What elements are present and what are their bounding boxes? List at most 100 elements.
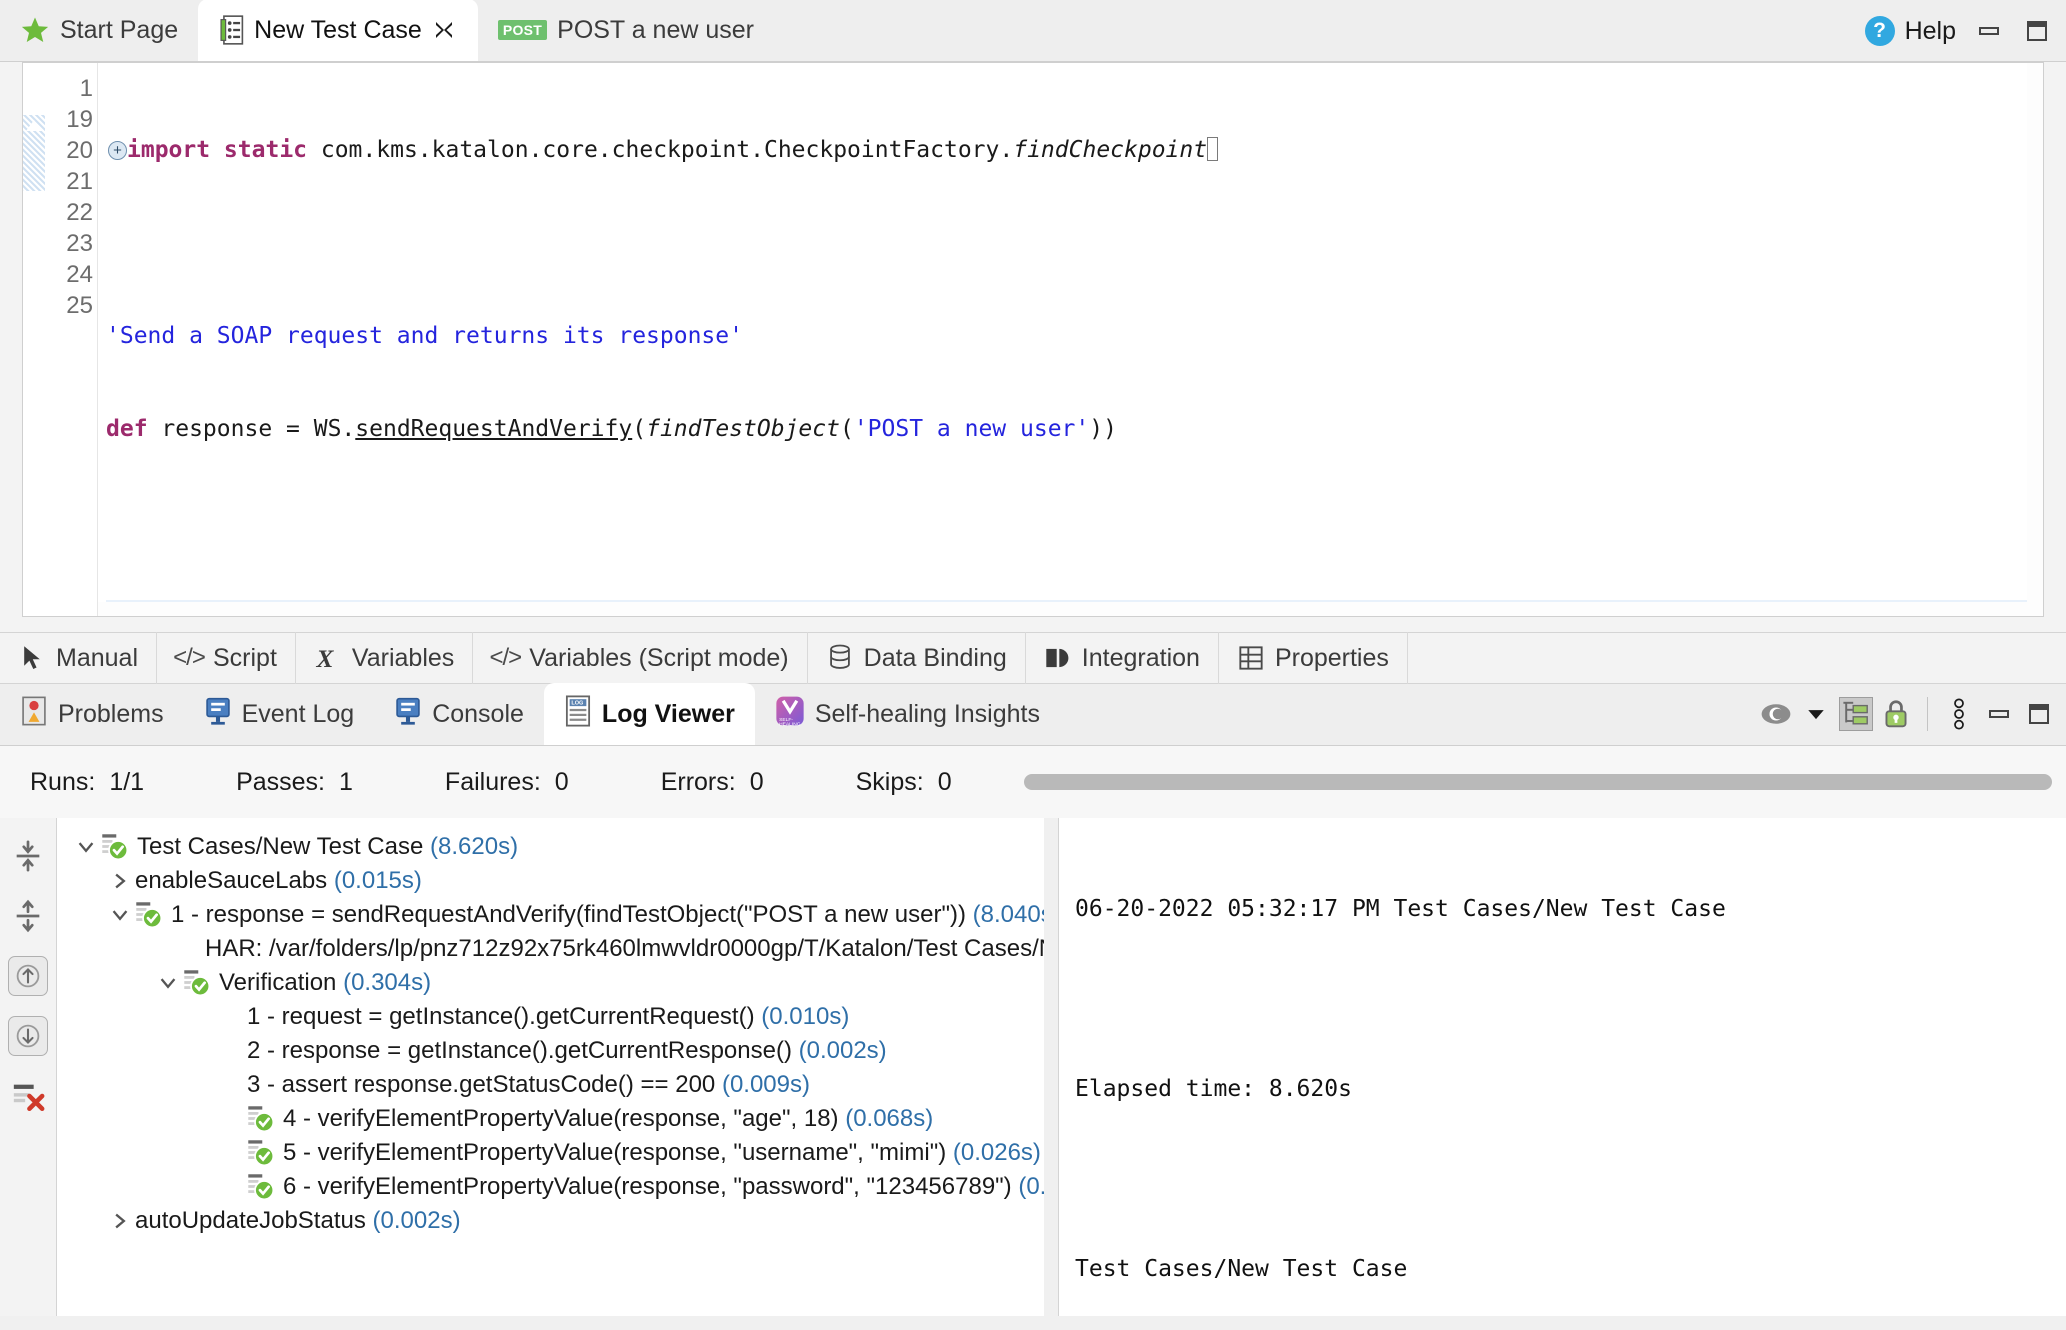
integration-icon xyxy=(1044,644,1072,672)
katalon-studio-window: Start Page New Test Case POST xyxy=(0,0,2066,1330)
overflow-menu-icon[interactable] xyxy=(1942,697,1976,731)
chevron-down-icon[interactable] xyxy=(1799,697,1833,731)
close-icon[interactable] xyxy=(432,18,456,42)
table-row[interactable]: 2 - response = getInstance().getCurrentR… xyxy=(57,1034,1058,1068)
database-icon xyxy=(826,644,854,672)
chevron-right-icon[interactable] xyxy=(105,872,135,890)
fold-collapse-icon[interactable] xyxy=(26,120,42,131)
table-row[interactable]: 6 - verifyElementPropertyValue(response,… xyxy=(57,1170,1058,1204)
tab-problems[interactable]: Problems xyxy=(0,683,184,745)
help-label: Help xyxy=(1905,17,1956,46)
fold-expand-icon[interactable]: + xyxy=(108,141,127,160)
stat-label: Skips: xyxy=(856,768,924,797)
table-row[interactable]: 3 - assert response.getStatusCode() == 2… xyxy=(57,1068,1058,1102)
clear-log-icon[interactable] xyxy=(8,1076,48,1116)
log-detail-pane[interactable]: 06-20-2022 05:32:17 PM Test Cases/New Te… xyxy=(1058,818,2066,1330)
editor-tab-new-test-case[interactable]: New Test Case xyxy=(198,0,478,61)
chevron-right-icon[interactable] xyxy=(105,1212,135,1230)
lock-icon[interactable] xyxy=(1879,697,1913,731)
line-number: 1 xyxy=(45,73,93,104)
log-viewer-icon: LOG xyxy=(564,695,592,734)
tab-properties[interactable]: Properties xyxy=(1219,632,1408,684)
tree-item-duration: (0.304s) xyxy=(343,969,431,997)
tab-data-binding[interactable]: Data Binding xyxy=(808,632,1026,684)
tab-label: Script xyxy=(213,644,277,673)
tree-layout-icon[interactable] xyxy=(1839,697,1873,731)
table-row[interactable]: 5 - verifyElementPropertyValue(response,… xyxy=(57,1136,1058,1170)
log-panel-tab-bar: Problems Event Log Console xyxy=(0,684,2066,746)
editor-vertical-scrollbar[interactable] xyxy=(2027,63,2043,616)
expand-all-icon[interactable] xyxy=(8,896,48,936)
minimize-icon[interactable] xyxy=(1974,18,2004,44)
tab-label: Console xyxy=(432,700,524,729)
log-detail-spacer xyxy=(1075,1164,2066,1194)
log-detail-line: 06-20-2022 05:32:17 PM Test Cases/New Te… xyxy=(1075,894,2066,924)
tab-self-healing-insights[interactable]: SELF- HEALING Self-healing Insights xyxy=(755,683,1060,745)
stat-value: 1/1 xyxy=(109,768,144,797)
editor-tab-post-a-new-user[interactable]: POST POST a new user xyxy=(478,0,774,61)
eye-icon[interactable] xyxy=(1759,697,1793,731)
self-healing-icon: SELF- HEALING xyxy=(775,695,805,734)
table-row[interactable]: autoUpdateJobStatus (0.002s) xyxy=(57,1204,1058,1238)
stat-label: Failures: xyxy=(445,768,541,797)
event-log-icon xyxy=(204,696,232,733)
code-brackets-icon: </> xyxy=(491,644,519,672)
tree-item-duration: (0.009s) xyxy=(722,1071,810,1099)
tree-item-label: 1 - request = getInstance().getCurrentRe… xyxy=(247,1003,755,1031)
line-number: 20 xyxy=(45,135,93,166)
tree-vertical-scrollbar[interactable] xyxy=(1044,818,1058,1330)
line-number: 23 xyxy=(45,228,93,259)
table-row[interactable]: Verification (0.304s) xyxy=(57,966,1058,1000)
window-controls: ? Help xyxy=(1865,0,2052,62)
tab-variables[interactable]: X Variables xyxy=(296,632,473,684)
collapse-all-icon[interactable] xyxy=(8,836,48,876)
tree-item-duration: (0.002s) xyxy=(799,1037,887,1065)
scroll-down-icon[interactable] xyxy=(8,1016,48,1056)
stat-value: 0 xyxy=(938,768,952,797)
tab-variables-script-mode[interactable]: </> Variables (Script mode) xyxy=(473,632,807,684)
editor-tab-bar: Start Page New Test Case POST xyxy=(0,0,2066,62)
execution-tree-pane[interactable]: Test Cases/New Test Case (8.620s) enable… xyxy=(56,818,1058,1330)
tree-item-duration: (0.026s) xyxy=(953,1139,1041,1167)
stat-skips: Skips: 0 xyxy=(856,768,952,797)
tab-script[interactable]: </> Script xyxy=(157,632,296,684)
line-number: 21 xyxy=(45,166,93,197)
post-badge-icon: POST xyxy=(498,20,547,40)
table-row[interactable]: enableSauceLabs (0.015s) xyxy=(57,864,1058,898)
stat-value: 1 xyxy=(339,768,353,797)
scroll-up-icon[interactable] xyxy=(8,956,48,996)
chevron-down-icon[interactable] xyxy=(71,838,101,856)
minimize-icon[interactable] xyxy=(1982,697,2016,731)
tab-label: Integration xyxy=(1082,644,1200,673)
chevron-down-icon[interactable] xyxy=(153,974,183,992)
tab-integration[interactable]: Integration xyxy=(1026,632,1219,684)
table-row[interactable]: 1 - response = sendRequestAndVerify(find… xyxy=(57,898,1058,932)
table-row[interactable]: 1 - request = getInstance().getCurrentRe… xyxy=(57,1000,1058,1034)
tree-item-label: 1 - response = sendRequestAndVerify(find… xyxy=(171,901,966,929)
stat-label: Errors: xyxy=(661,768,736,797)
tree-item-label: 5 - verifyElementPropertyValue(response,… xyxy=(283,1139,946,1167)
chevron-down-icon[interactable] xyxy=(105,906,135,924)
code-text-area[interactable]: +import static com.kms.katalon.core.chec… xyxy=(98,63,2043,616)
problems-icon xyxy=(20,696,48,733)
script-editor[interactable]: 1 19 20 21 22 23 24 25 +import static co… xyxy=(22,62,2044,617)
code-folding-column[interactable] xyxy=(23,63,45,616)
line-number: 22 xyxy=(45,197,93,228)
table-row[interactable]: 4 - verifyElementPropertyValue(response,… xyxy=(57,1102,1058,1136)
tab-console[interactable]: Console xyxy=(374,683,544,745)
status-passed-icon xyxy=(135,901,163,929)
line-number: 25 xyxy=(45,290,93,321)
tab-manual[interactable]: Manual xyxy=(0,632,157,684)
tab-event-log[interactable]: Event Log xyxy=(184,683,375,745)
help-button[interactable]: ? Help xyxy=(1865,16,1956,46)
cursor-arrow-icon xyxy=(18,644,46,672)
maximize-icon[interactable] xyxy=(2022,18,2052,44)
tree-item-label: Verification xyxy=(219,969,336,997)
tab-log-viewer[interactable]: LOG Log Viewer xyxy=(544,683,755,745)
table-row[interactable]: Test Cases/New Test Case (8.620s) xyxy=(57,830,1058,864)
maximize-icon[interactable] xyxy=(2022,697,2056,731)
table-row[interactable]: HAR: /var/folders/lp/pnz712z92x75rk460lm… xyxy=(57,932,1058,966)
editor-horizontal-scrollbar[interactable] xyxy=(98,602,2043,616)
editor-tab-start-page[interactable]: Start Page xyxy=(0,0,198,61)
tab-label: Variables xyxy=(352,644,454,673)
